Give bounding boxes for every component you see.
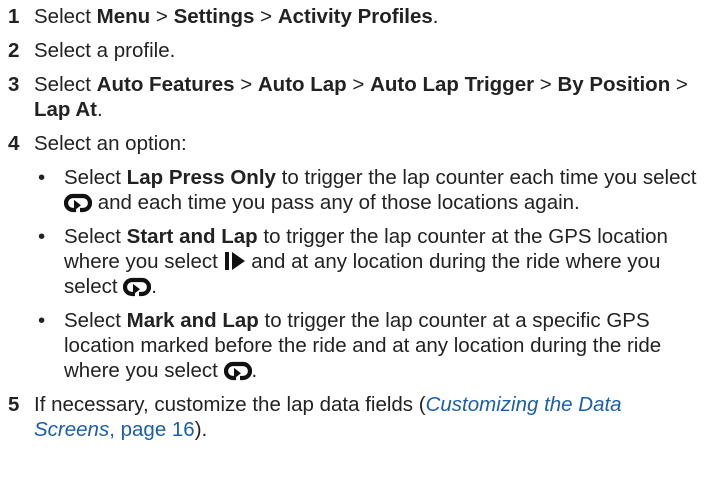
bullet: • [38, 166, 46, 189]
option-start-and-lap: • Select Start and Lap to trigger the la… [38, 225, 668, 298]
lap-at-term: Lap At [34, 98, 98, 121]
lap-press-only-term: Lap Press Only [126, 166, 276, 189]
step-text: Select Menu > Settings > Activity Profil… [34, 5, 439, 28]
auto-lap-trigger-term: Auto Lap Trigger [370, 73, 535, 96]
bullet: • [38, 309, 46, 332]
step-number: 2 [8, 39, 20, 62]
by-position-term: By Position [557, 73, 671, 96]
instruction-list: 1 Select Menu > Settings > Activity Prof… [6, 4, 706, 451]
step-text: Select an option: [34, 132, 187, 155]
mark-and-lap-term: Mark and Lap [126, 309, 259, 332]
option-lap-press-only: • Select Lap Press Only to trigger the l… [38, 166, 697, 214]
step-text: If necessary, customize the lap data fie… [34, 393, 622, 441]
step-1: 1 Select Menu > Settings > Activity Prof… [6, 4, 706, 29]
auto-features-term: Auto Features [96, 73, 235, 96]
step-number: 3 [8, 73, 20, 96]
step-number: 5 [8, 393, 20, 416]
bullet: • [38, 225, 46, 248]
settings-term: Settings [173, 5, 255, 28]
step-text: Select Auto Features > Auto Lap > Auto L… [34, 73, 688, 121]
step-4: 4 Select an option: • Select Lap Press O… [6, 131, 706, 383]
lap-icon [64, 193, 92, 213]
auto-lap-term: Auto Lap [257, 73, 347, 96]
step-number: 4 [8, 132, 20, 155]
activity-profiles-term: Activity Profiles [277, 5, 433, 28]
start-stop-icon [224, 251, 246, 271]
step-3: 3 Select Auto Features > Auto Lap > Auto… [6, 72, 706, 122]
start-and-lap-term: Start and Lap [126, 225, 258, 248]
option-mark-and-lap: • Select Mark and Lap to trigger the lap… [38, 309, 662, 382]
menu-term: Menu [96, 5, 151, 28]
lap-icon [123, 277, 151, 297]
step-text: Select a profile. [34, 39, 176, 62]
lap-icon [224, 361, 252, 381]
step-number: 1 [8, 5, 20, 28]
step-2: 2 Select a profile. [6, 38, 706, 63]
step-5: 5 If necessary, customize the lap data f… [6, 392, 706, 442]
